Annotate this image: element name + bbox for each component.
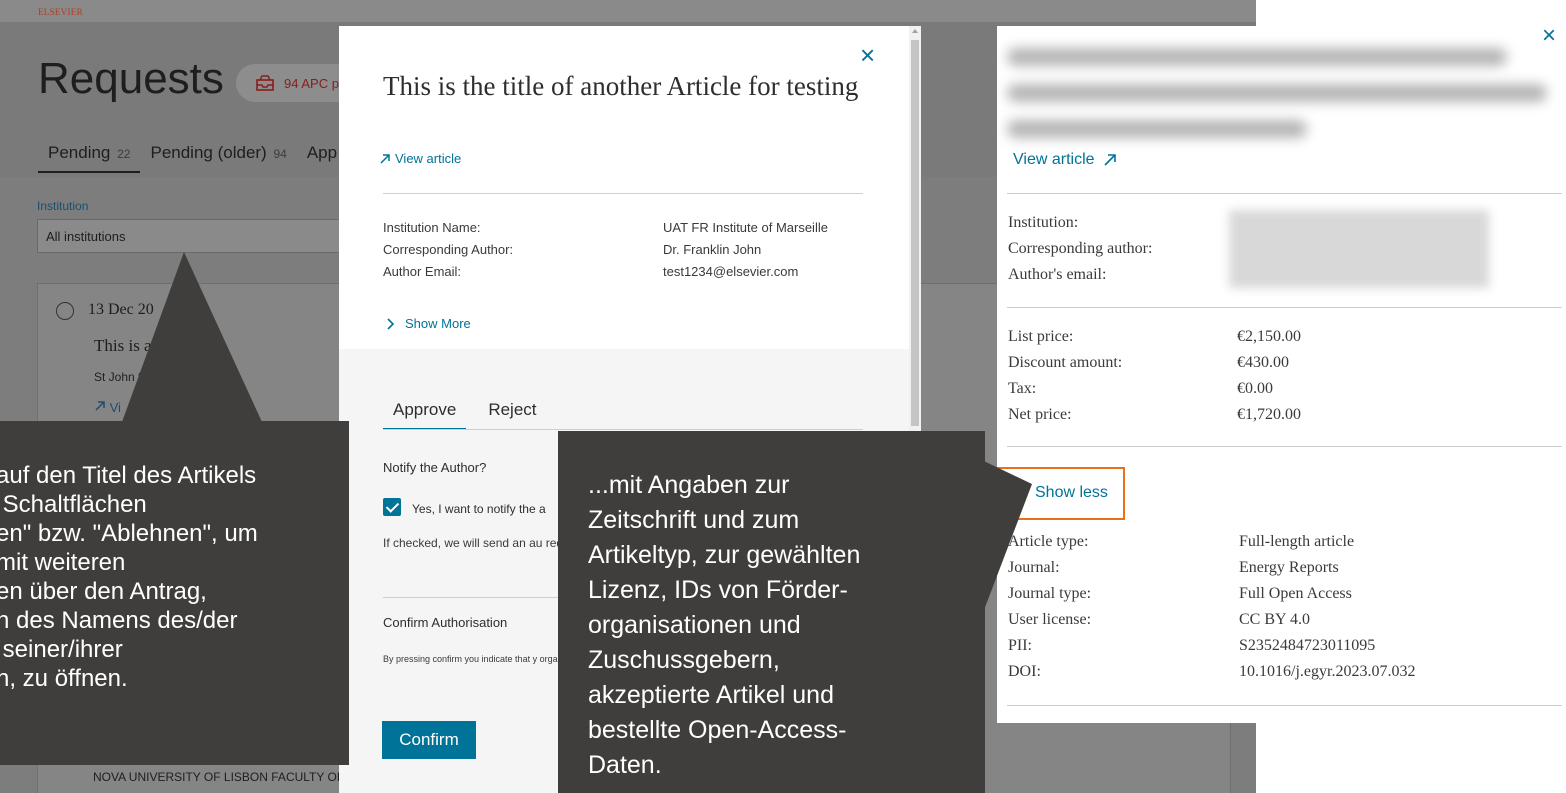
view-article-link[interactable]: View article bbox=[379, 151, 461, 166]
elsevier-logo: ELSEVIER bbox=[38, 7, 83, 17]
request-detail-panel: View article Institution: Corresponding … bbox=[997, 26, 1566, 723]
field-value: Dr. Franklin John bbox=[663, 242, 762, 257]
institution-select[interactable]: All institutions bbox=[37, 219, 357, 253]
tab-label: App bbox=[306, 143, 338, 162]
notify-checkbox[interactable] bbox=[383, 498, 401, 516]
divider bbox=[1007, 307, 1562, 308]
field-label: Corresponding author: bbox=[1008, 240, 1153, 257]
arrow-up-right-icon bbox=[380, 153, 390, 164]
article-title[interactable]: This is article title. bbox=[94, 336, 221, 356]
field-values: UAT FR Institute of Marseille Dr. Frankl… bbox=[663, 217, 828, 283]
contact-labels: Institution: Corresponding author: Autho… bbox=[1008, 210, 1152, 288]
field-label: Article type: bbox=[1008, 533, 1089, 550]
field-label: Journal type: bbox=[1008, 585, 1092, 602]
pricing-values: €2,150.00 €430.00 €0.00 €1,720.00 bbox=[1237, 324, 1301, 428]
top-strip bbox=[0, 0, 1256, 22]
field-value: test1234@elsevier.com bbox=[663, 264, 799, 279]
close-icon[interactable]: × bbox=[860, 42, 875, 68]
field-value: UAT FR Institute of Marseille bbox=[663, 220, 828, 235]
scrollbar-thumb[interactable] bbox=[911, 40, 919, 426]
show-less-button[interactable]: Show less bbox=[997, 467, 1125, 520]
field-value: €2,150.00 bbox=[1237, 328, 1301, 345]
detail-values: Full-length article Energy Reports Full … bbox=[1239, 529, 1415, 685]
confirm-heading: Confirm Authorisation bbox=[383, 615, 508, 630]
notify-label: Notify the Author? bbox=[383, 460, 487, 475]
chevron-right-icon bbox=[387, 317, 395, 330]
view-article-link[interactable]: View article bbox=[1013, 151, 1117, 169]
show-more-button[interactable]: Show More bbox=[387, 316, 471, 331]
divider bbox=[1007, 446, 1562, 447]
dialog-article-title: This is the title of another Article for… bbox=[383, 71, 859, 101]
page-title: Requests bbox=[38, 54, 224, 103]
article-affiliation: St John f john Smith Oli bbox=[94, 370, 220, 384]
field-value: CC BY 4.0 bbox=[1239, 611, 1310, 628]
tab-pending-older[interactable]: Pending (older) 94 bbox=[140, 143, 296, 173]
arrow-up-right-icon bbox=[95, 401, 105, 411]
blurred-article-title bbox=[1007, 34, 1552, 146]
inbox-icon bbox=[256, 75, 274, 91]
field-label: Author Email: bbox=[383, 264, 462, 279]
tab-label: Pending bbox=[48, 143, 111, 162]
field-label: User license: bbox=[1008, 611, 1092, 628]
field-value: Energy Reports bbox=[1239, 559, 1339, 576]
field-label: List price: bbox=[1008, 328, 1074, 345]
field-value: S2352484723011095 bbox=[1239, 637, 1376, 654]
field-value: 10.1016/j.egyr.2023.07.032 bbox=[1239, 663, 1416, 680]
field-label: Institution: bbox=[1008, 214, 1079, 231]
view-article-label: View article bbox=[1013, 151, 1095, 168]
view-article-label: Vi bbox=[109, 400, 121, 415]
divider bbox=[1007, 193, 1562, 194]
decision-tabs: Approve Reject bbox=[383, 400, 547, 430]
institution-label: Institution bbox=[37, 199, 89, 213]
view-article-link[interactable]: Vi bbox=[94, 400, 121, 415]
close-icon[interactable]: × bbox=[1542, 24, 1556, 48]
callout-right: ...mit Angaben zur Zeitschrift und zum A… bbox=[558, 431, 985, 793]
callout-left: auf den Titel des Artikels Schaltflächen… bbox=[0, 421, 349, 765]
tab-underline bbox=[383, 429, 863, 430]
callout-left-text: auf den Titel des Artikels Schaltflächen… bbox=[0, 462, 258, 692]
divider bbox=[1007, 705, 1562, 706]
divider bbox=[383, 193, 863, 194]
blurred-contact-values bbox=[1229, 210, 1489, 288]
field-label: Author's email: bbox=[1008, 266, 1107, 283]
pricing-labels: List price: Discount amount: Tax: Net pr… bbox=[1008, 324, 1122, 428]
field-label: Net price: bbox=[1008, 406, 1072, 423]
detail-labels: Article type: Journal: Journal type: Use… bbox=[1008, 529, 1091, 685]
field-value: €1,720.00 bbox=[1237, 406, 1301, 423]
field-value: €0.00 bbox=[1237, 380, 1273, 397]
tab-approve[interactable]: Approve bbox=[383, 400, 467, 430]
confirm-button[interactable]: Confirm bbox=[382, 721, 476, 759]
request-tabs: Pending 22 Pending (older) 94 App bbox=[38, 143, 347, 173]
field-label: Institution Name: bbox=[383, 220, 481, 235]
scroll-up-icon[interactable] bbox=[912, 29, 918, 33]
tab-label: Pending (older) bbox=[150, 143, 267, 162]
callout-right-text: ...mit Angaben zur Zeitschrift und zum A… bbox=[588, 471, 861, 779]
field-label: Discount amount: bbox=[1008, 354, 1123, 371]
arrow-up-right-icon bbox=[1103, 154, 1116, 166]
show-more-label: Show More bbox=[405, 316, 471, 331]
field-value: €430.00 bbox=[1237, 354, 1289, 371]
clock-icon bbox=[56, 302, 74, 320]
apc-badge[interactable]: 94 APC p bbox=[236, 64, 356, 102]
field-label: Corresponding Author: bbox=[383, 242, 514, 257]
field-value: Full-length article bbox=[1239, 533, 1355, 550]
field-label: DOI: bbox=[1008, 663, 1041, 680]
tab-pending[interactable]: Pending 22 bbox=[38, 143, 141, 173]
tab-count: 22 bbox=[117, 147, 131, 161]
notify-checkbox-label: Yes, I want to notify the a bbox=[412, 502, 546, 516]
show-less-label: Show less bbox=[1035, 484, 1108, 501]
field-value: Full Open Access bbox=[1239, 585, 1352, 602]
field-label: PII: bbox=[1008, 637, 1032, 654]
view-article-label: View article bbox=[395, 151, 462, 166]
tab-count: 94 bbox=[273, 147, 287, 161]
apc-badge-label: 94 APC p bbox=[284, 76, 339, 91]
tab-reject[interactable]: Reject bbox=[478, 400, 546, 430]
field-label: Journal: bbox=[1008, 559, 1060, 576]
field-labels: Institution Name: Corresponding Author: … bbox=[383, 217, 513, 283]
request-date: 13 Dec 20 bbox=[88, 301, 154, 318]
field-label: Tax: bbox=[1008, 380, 1037, 397]
